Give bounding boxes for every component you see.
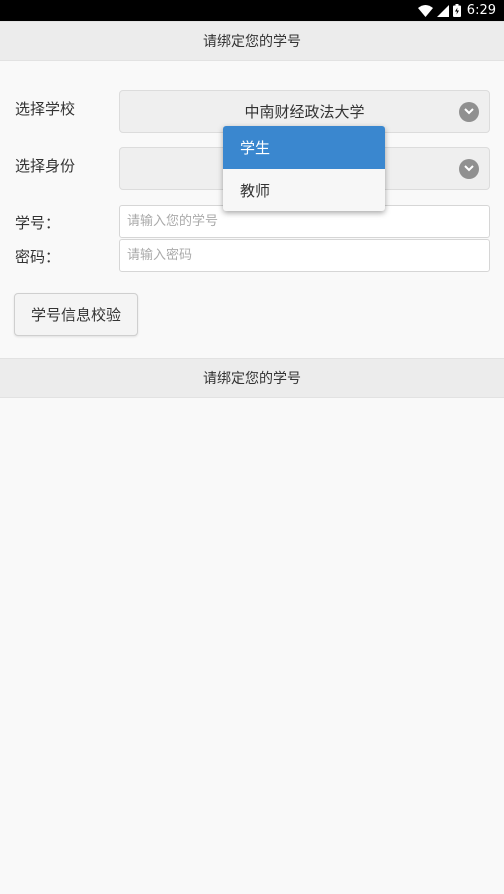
school-label: 选择学校 bbox=[15, 100, 76, 118]
footer-title: 请绑定您的学号 bbox=[203, 371, 301, 387]
dropdown-option-label: 教师 bbox=[240, 181, 271, 200]
cell-signal-icon bbox=[436, 4, 449, 17]
footer-header: 请绑定您的学号 bbox=[0, 358, 504, 398]
dropdown-option-teacher[interactable]: 教师 bbox=[223, 169, 385, 211]
page-title: 请绑定您的学号 bbox=[203, 34, 301, 50]
status-bar: 6:29 bbox=[0, 0, 504, 21]
battery-icon bbox=[452, 4, 461, 17]
dropdown-option-student[interactable]: 学生 bbox=[223, 126, 385, 169]
identity-label: 选择身份 bbox=[15, 157, 76, 175]
chevron-down-icon bbox=[459, 158, 479, 179]
chevron-down-icon bbox=[459, 101, 479, 122]
dropdown-option-label: 学生 bbox=[240, 139, 271, 157]
status-time: 6:29 bbox=[466, 3, 496, 18]
identity-dropdown: 学生 教师 bbox=[223, 126, 385, 211]
wifi-icon bbox=[417, 4, 433, 17]
student-id-label: 学号： bbox=[15, 214, 61, 232]
verify-button[interactable]: 学号信息校验 bbox=[14, 293, 138, 336]
password-input[interactable] bbox=[119, 239, 490, 272]
school-select-value: 中南财经政法大学 bbox=[244, 103, 365, 121]
password-label: 密码： bbox=[15, 248, 61, 266]
page-header: 请绑定您的学号 bbox=[0, 21, 504, 61]
